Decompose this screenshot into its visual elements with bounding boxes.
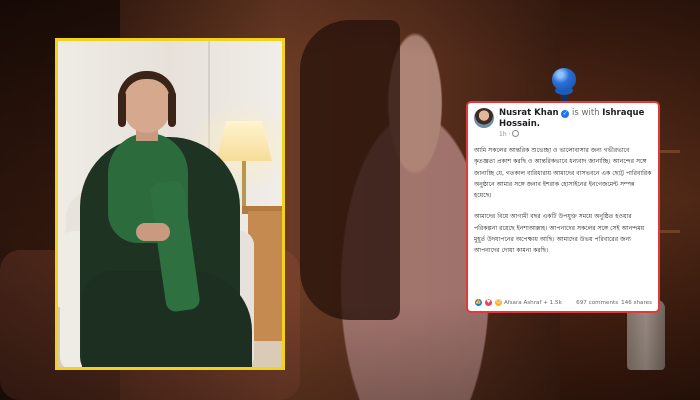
video-frame	[55, 38, 285, 370]
speaker-hair-right	[168, 91, 176, 127]
shares-count[interactable]: 146 shares	[621, 300, 652, 306]
facebook-post-card: Nusrat Khan ✓ is with Ishraque Hossain. …	[466, 101, 660, 313]
reactions-count[interactable]: Afsara Ashraf + 1.5k	[504, 300, 562, 306]
post-meta: 1h ·	[499, 130, 652, 139]
comments-count[interactable]: 697 comments	[576, 300, 618, 306]
post-header: Nusrat Khan ✓ is with Ishraque Hossain. …	[474, 108, 652, 139]
speaker-hair-left	[118, 91, 126, 127]
love-reaction-icon[interactable]: ♥	[484, 298, 493, 307]
author-avatar[interactable]	[474, 108, 494, 128]
post-paragraph: আমি সকলের আন্তরিক শুভেচ্ছা ও ভালোবাসার জ…	[474, 147, 652, 200]
lamp-pole	[242, 161, 246, 211]
speaker-hands	[136, 223, 170, 241]
globe-icon	[512, 130, 520, 137]
post-body: আমি সকলের আন্তরিক শুভেচ্ছা ও ভালোবাসার জ…	[474, 145, 652, 257]
post-paragraph: আমাদের বিয়ে আগামী বছর একটি উপযুক্ত সময়…	[474, 213, 645, 255]
author-name[interactable]: Nusrat Khan	[499, 108, 559, 118]
like-reaction-icon[interactable]: 👍	[474, 298, 483, 307]
speaker-face	[124, 79, 170, 133]
reaction-bar: 👍 ♥ ☺ Afsara Ashraf + 1.5k 697 comments …	[474, 298, 652, 307]
verified-badge-icon: ✓	[561, 110, 570, 118]
post-time[interactable]: 1h ·	[499, 131, 510, 138]
care-reaction-icon[interactable]: ☺	[494, 298, 503, 307]
is-with-label: is with	[572, 108, 600, 118]
